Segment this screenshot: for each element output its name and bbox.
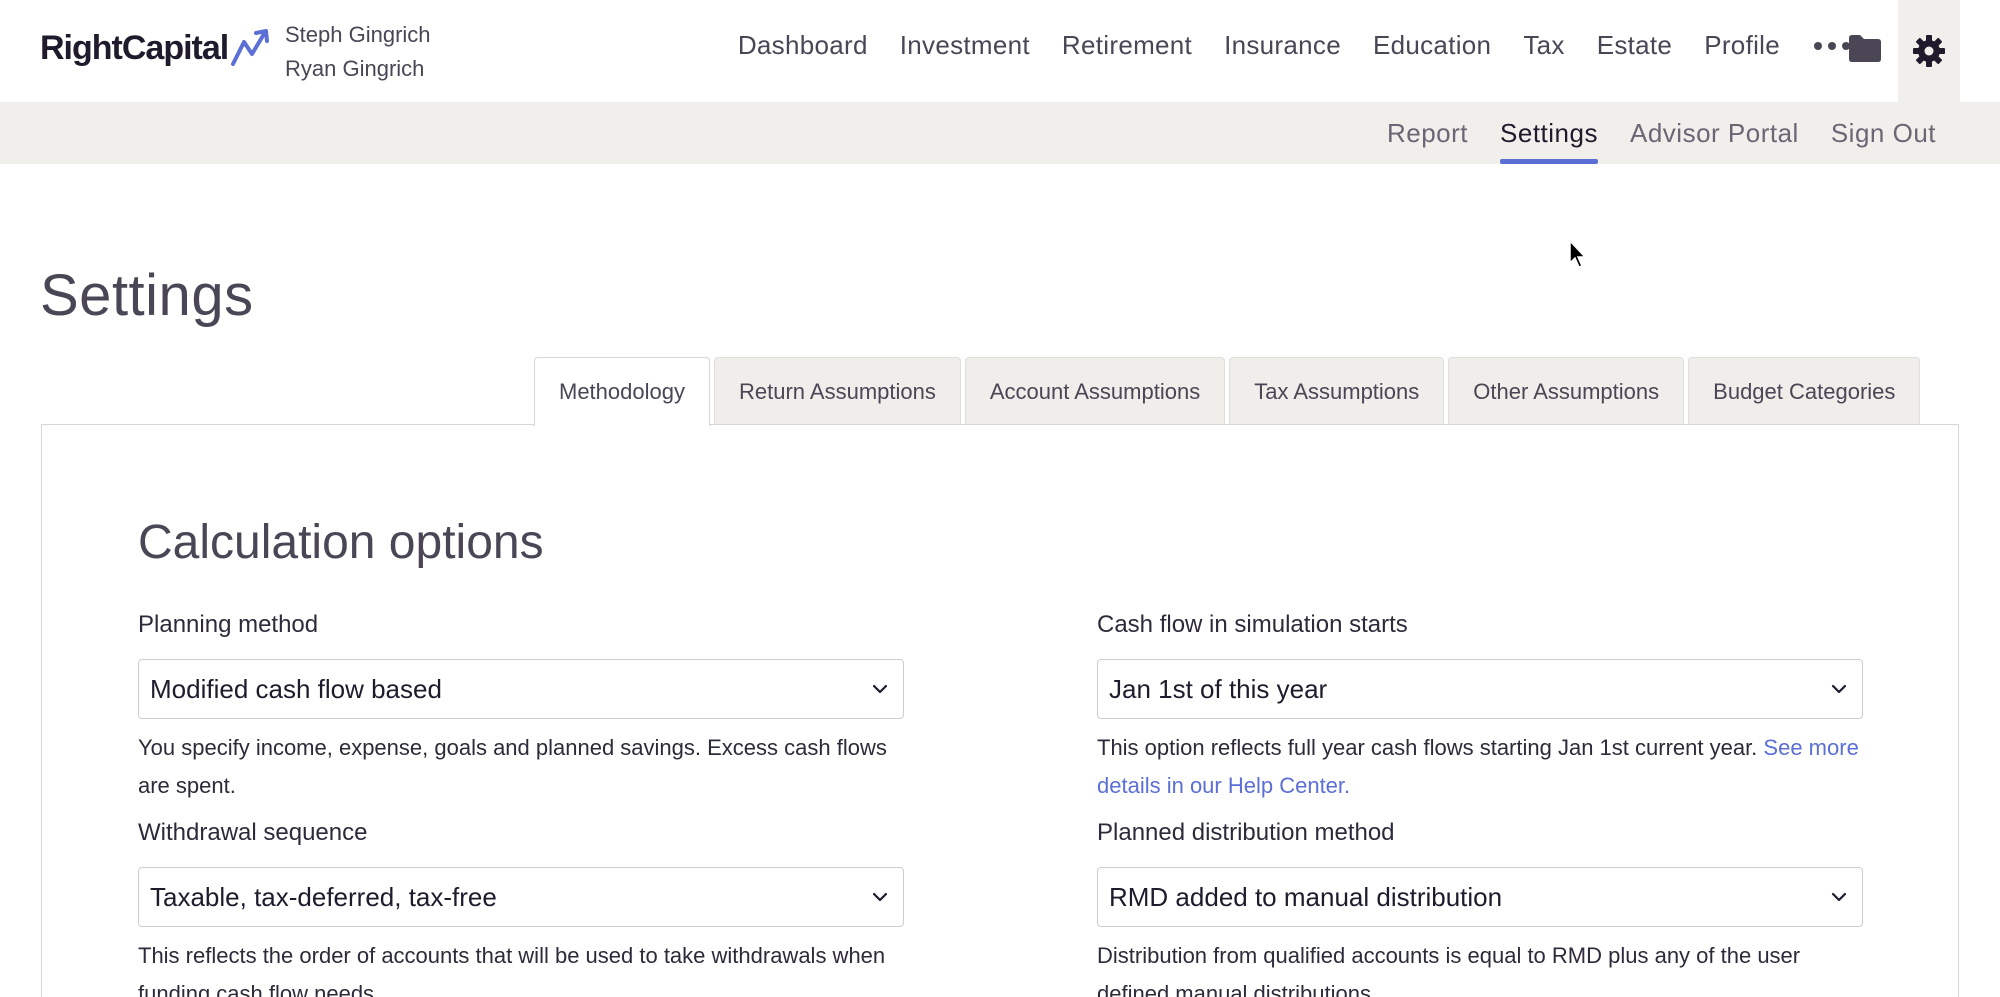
client-name-1: Steph Gingrich — [285, 22, 431, 47]
cash-flow-start-help: This option reflects full year cash flow… — [1097, 729, 1863, 805]
planned-distribution-label: Planned distribution method — [1097, 819, 1395, 846]
nav-insurance[interactable]: Insurance — [1224, 30, 1341, 61]
client-names: Steph Gingrich Ryan Gingrich — [285, 18, 431, 86]
client-name-2: Ryan Gingrich — [285, 56, 425, 81]
tab-methodology[interactable]: Methodology — [534, 357, 710, 426]
planning-method-field: Planning method Modified cash flow based… — [138, 611, 904, 805]
tab-other-assumptions[interactable]: Other Assumptions — [1448, 357, 1685, 425]
withdrawal-sequence-select[interactable]: Taxable, tax-deferred, tax-free — [138, 867, 904, 927]
methodology-panel: Calculation options Planning method Modi… — [41, 424, 1959, 997]
subnav-report[interactable]: Report — [1387, 102, 1468, 164]
nav-retirement[interactable]: Retirement — [1062, 30, 1192, 61]
subnav-advisor-portal[interactable]: Advisor Portal — [1630, 102, 1799, 164]
cash-flow-start-label: Cash flow in simulation starts — [1097, 611, 1408, 638]
planned-distribution-help: Distribution from qualified accounts is … — [1097, 943, 1801, 997]
withdrawal-sequence-field: Withdrawal sequence Taxable, tax-deferre… — [138, 819, 904, 997]
cash-flow-start-select[interactable]: Jan 1st of this year — [1097, 659, 1863, 719]
top-header: RightCapital Steph Gingrich Ryan Gingric… — [0, 0, 2000, 102]
nav-profile[interactable]: Profile — [1704, 30, 1780, 61]
chevron-down-icon — [872, 892, 888, 902]
nav-tax[interactable]: Tax — [1523, 30, 1564, 61]
tab-budget-categories[interactable]: Budget Categories — [1688, 357, 1921, 425]
chevron-down-icon — [1831, 892, 1847, 902]
settings-tabs: Methodology Return Assumptions Account A… — [534, 357, 1924, 426]
subnav-settings[interactable]: Settings — [1500, 102, 1598, 164]
settings-gear-button[interactable] — [1898, 0, 1960, 102]
chevron-down-icon — [872, 684, 888, 694]
planning-method-help: You specify income, expense, goals and p… — [138, 735, 887, 798]
planning-method-select[interactable]: Modified cash flow based — [138, 659, 904, 719]
withdrawal-sequence-value: Taxable, tax-deferred, tax-free — [150, 881, 497, 912]
gear-icon — [1913, 35, 1945, 67]
planned-distribution-field: Planned distribution method RMD added to… — [1097, 819, 1863, 997]
main-nav: Dashboard Investment Retirement Insuranc… — [706, 30, 1850, 61]
section-title: Calculation options — [138, 516, 544, 569]
planning-method-label: Planning method — [138, 611, 319, 638]
planned-distribution-select[interactable]: RMD added to manual distribution — [1097, 867, 1863, 927]
nav-dashboard[interactable]: Dashboard — [738, 30, 868, 61]
tab-account-assumptions[interactable]: Account Assumptions — [964, 357, 1226, 425]
sub-nav: Report Settings Advisor Portal Sign Out — [1355, 102, 1936, 164]
page-title: Settings — [40, 263, 254, 328]
cash-flow-start-help-text: This option reflects full year cash flow… — [1097, 735, 1758, 760]
subnav-sign-out[interactable]: Sign Out — [1831, 102, 1936, 164]
tab-return-assumptions[interactable]: Return Assumptions — [713, 357, 961, 425]
rightcapital-logo[interactable]: RightCapital — [40, 28, 272, 68]
sub-header: Report Settings Advisor Portal Sign Out — [0, 102, 2000, 164]
chevron-down-icon — [1831, 684, 1847, 694]
nav-investment[interactable]: Investment — [900, 30, 1030, 61]
trend-arrow-icon — [231, 29, 270, 66]
nav-education[interactable]: Education — [1373, 30, 1491, 61]
withdrawal-sequence-help: This reflects the order of accounts that… — [138, 943, 886, 997]
cash-flow-start-field: Cash flow in simulation starts Jan 1st o… — [1097, 611, 1863, 805]
more-icon[interactable] — [1814, 41, 1850, 50]
folder-icon[interactable] — [1847, 32, 1883, 64]
nav-estate[interactable]: Estate — [1597, 30, 1673, 61]
logo-text: RightCapital — [40, 28, 229, 67]
tab-tax-assumptions[interactable]: Tax Assumptions — [1229, 357, 1445, 425]
cash-flow-start-value: Jan 1st of this year — [1109, 673, 1328, 704]
planned-distribution-value: RMD added to manual distribution — [1109, 881, 1503, 912]
mouse-cursor-icon — [1569, 239, 1587, 268]
planning-method-value: Modified cash flow based — [150, 673, 442, 704]
withdrawal-sequence-label: Withdrawal sequence — [138, 819, 368, 846]
